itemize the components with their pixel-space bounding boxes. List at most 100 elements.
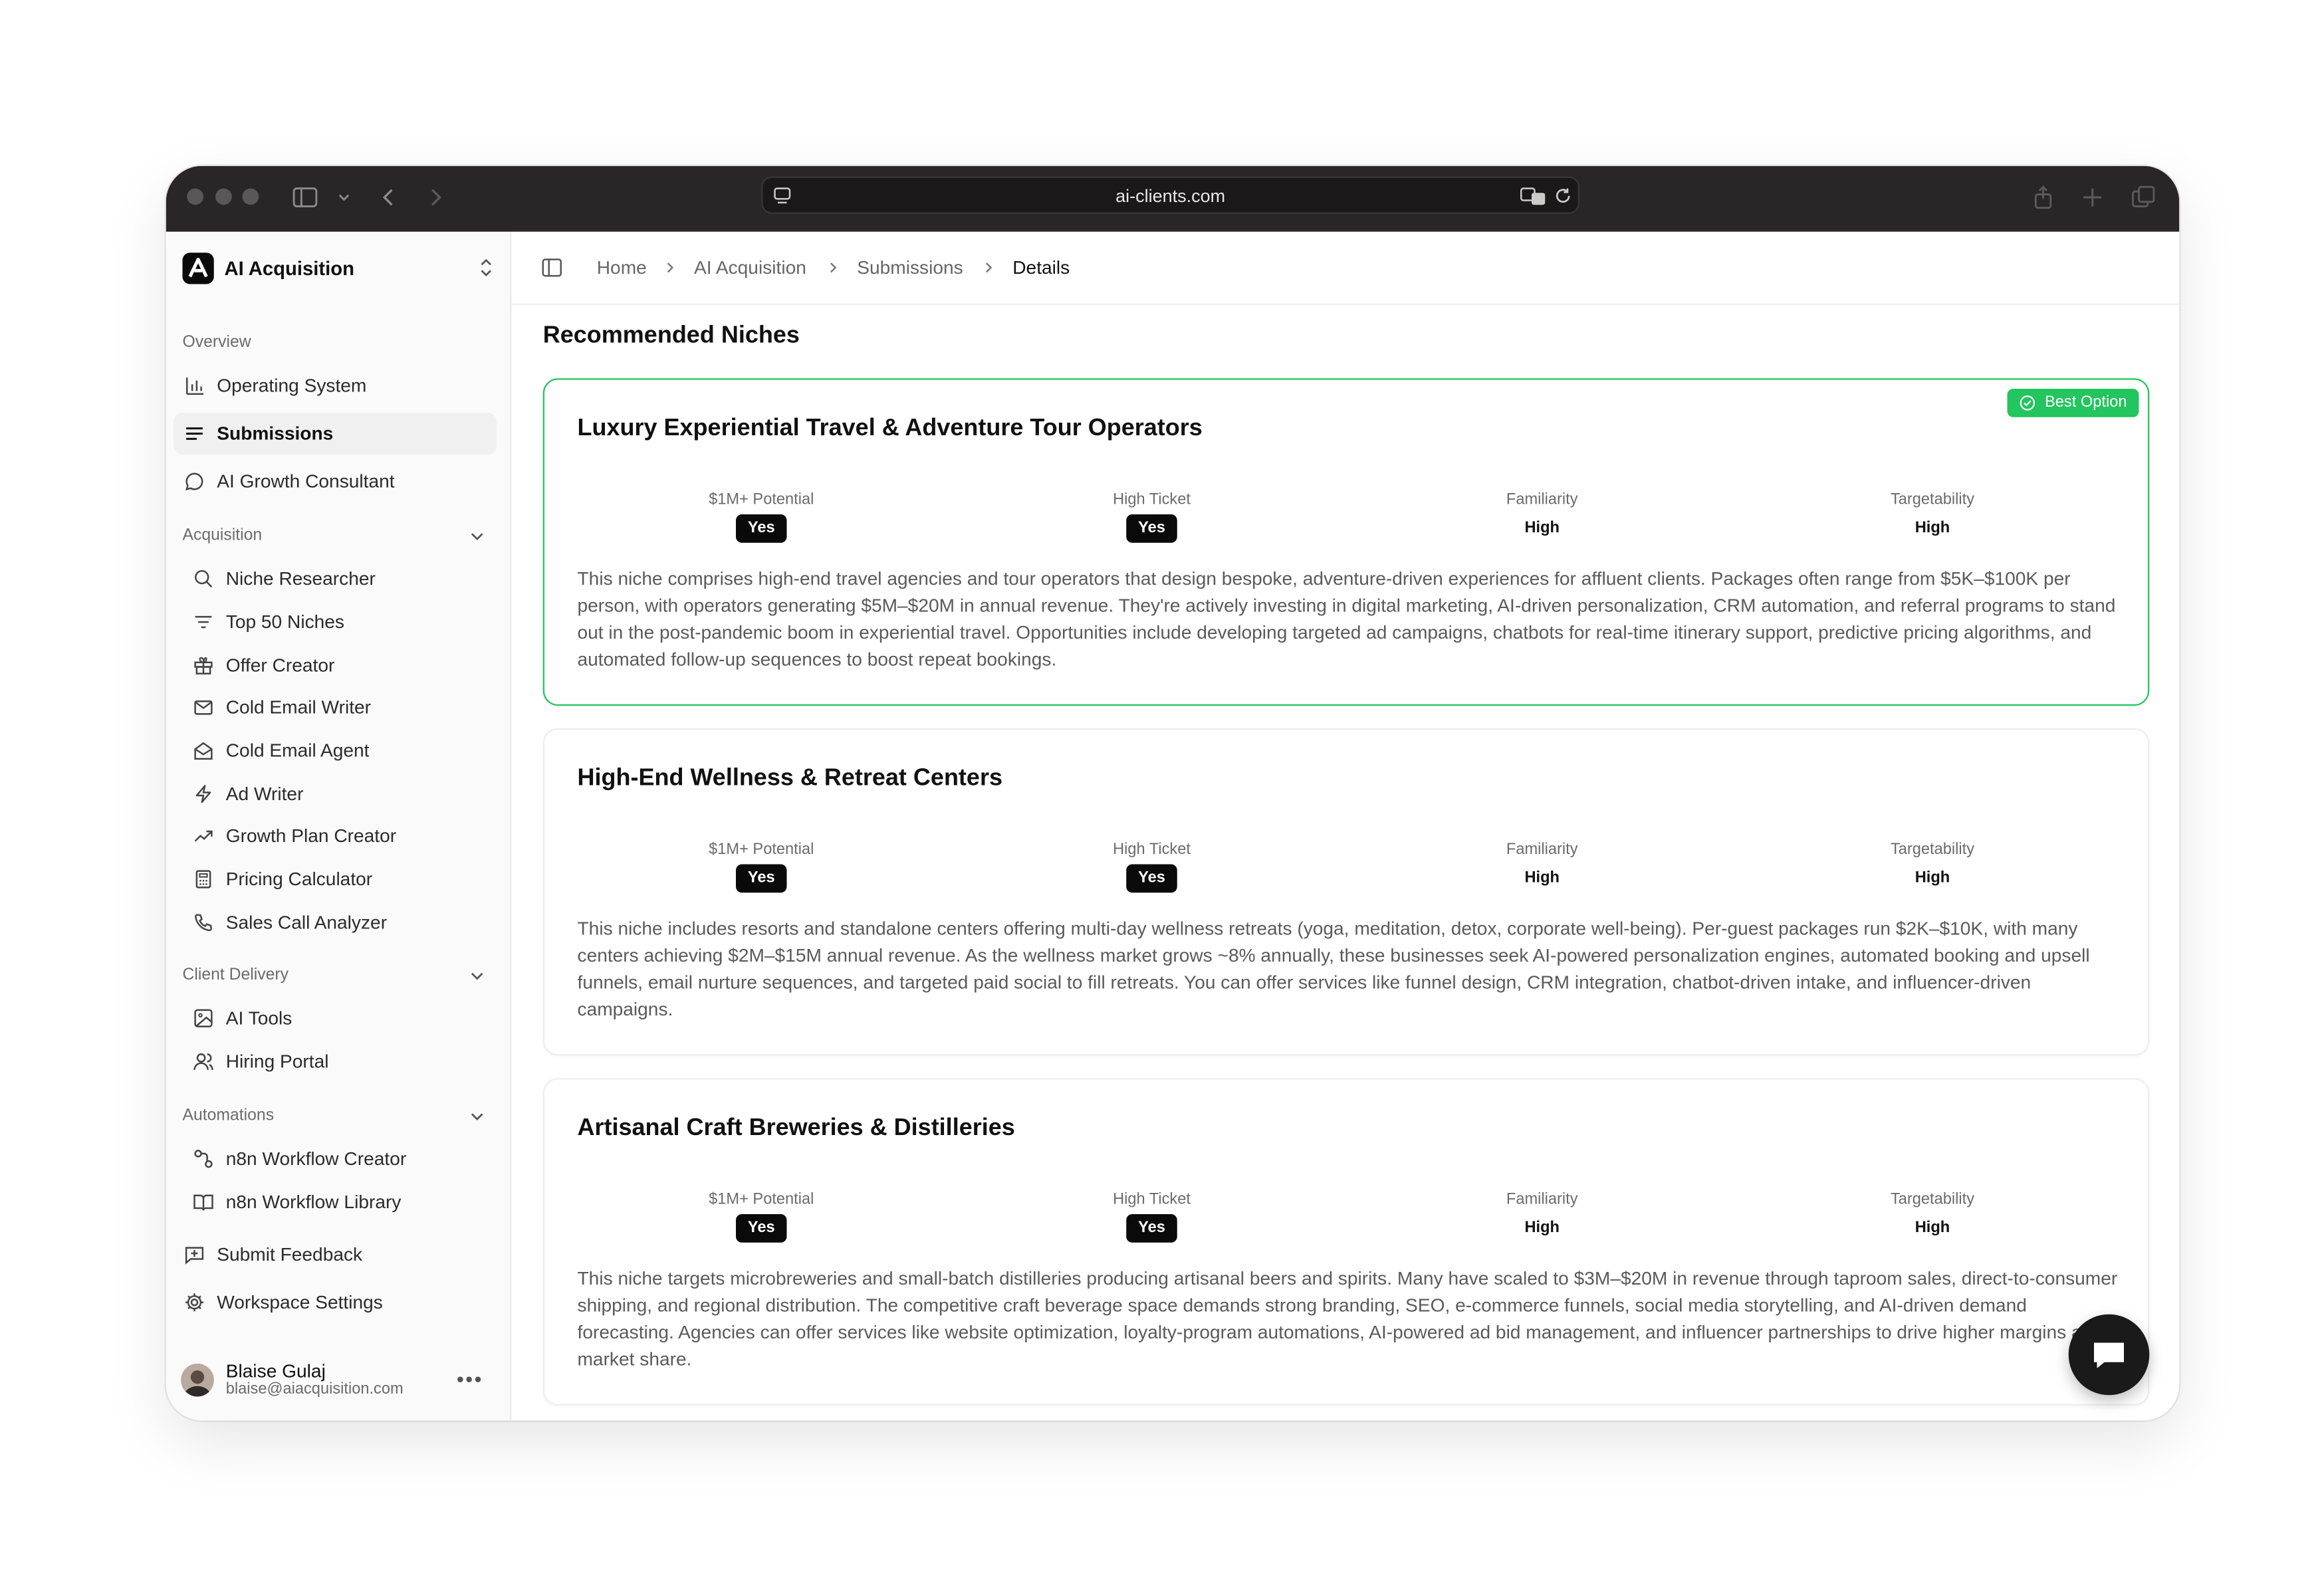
filter-icon xyxy=(195,615,212,629)
sidebar-item-growth-plan-creator[interactable]: Growth Plan Creator xyxy=(174,815,497,857)
sidebar-item-workspace-settings[interactable]: Workspace Settings xyxy=(174,1281,497,1323)
section-label-client-delivery: Client Delivery xyxy=(182,966,289,984)
sidebar-item-ai-growth-consultant[interactable]: AI Growth Consultant xyxy=(174,461,497,502)
metric-value: High xyxy=(1903,1214,1962,1243)
logo-a-icon xyxy=(188,257,208,278)
sidebar-item-label: Workspace Settings xyxy=(217,1292,383,1313)
zoom-window-button[interactable] xyxy=(242,188,259,205)
metric-label: $1M+ Potential xyxy=(709,1190,814,1208)
metric-potential: $1M+ Potential Yes xyxy=(641,841,881,893)
chevron-right-icon xyxy=(667,262,674,273)
more-options-icon[interactable]: ••• xyxy=(457,1367,483,1391)
metric-value: Yes xyxy=(1126,514,1177,543)
avatar xyxy=(181,1364,214,1397)
user-menu[interactable]: Blaise Gulaj blaise@aiacquisition.com ••… xyxy=(181,1361,495,1412)
niche-description: This niche targets microbreweries and sm… xyxy=(577,1268,2118,1370)
sidebar-item-sales-call-analyzer[interactable]: Sales Call Analyzer xyxy=(174,902,497,944)
sidebar-item-top-50-niches[interactable]: Top 50 Niches xyxy=(174,601,497,643)
sidebar-item-submit-feedback[interactable]: Submit Feedback xyxy=(174,1233,497,1275)
breadcrumb-submissions[interactable]: Submissions xyxy=(857,257,963,278)
sidebar-item-pricing-calculator[interactable]: Pricing Calculator xyxy=(174,859,497,900)
image-icon xyxy=(194,1009,213,1027)
browser-toolbar: ai-clients.com xyxy=(166,165,2180,232)
sidebar-item-n8n-workflow-library[interactable]: n8n Workflow Library xyxy=(174,1182,497,1223)
sidebar-item-ad-writer[interactable]: Ad Writer xyxy=(174,773,497,815)
sidebar-item-cold-email-agent[interactable]: Cold Email Agent xyxy=(174,730,497,772)
metric-value: Yes xyxy=(735,1214,787,1243)
metric-label: Targetability xyxy=(1890,1190,1975,1208)
mail-open-icon xyxy=(194,742,213,760)
tab-overview-icon[interactable] xyxy=(2130,184,2157,211)
sidebar-item-label: Submissions xyxy=(217,423,334,445)
sidebar-item-hiring-portal[interactable]: Hiring Portal xyxy=(174,1041,497,1083)
back-icon[interactable] xyxy=(376,184,403,211)
user-name: Blaise Gulaj xyxy=(225,1360,326,1382)
metric-high-ticket: High Ticket Yes xyxy=(1032,841,1272,893)
workspace-name: AI Acquisition xyxy=(224,257,355,280)
sidebar-item-ai-tools[interactable]: AI Tools xyxy=(174,997,497,1039)
metric-label: Targetability xyxy=(1890,840,1975,859)
metric-targetability: Targetability High xyxy=(1813,1190,2052,1243)
reload-icon[interactable] xyxy=(1553,185,1574,207)
breadcrumb-ai-acquisition[interactable]: AI Acquisition xyxy=(694,257,806,278)
metric-label: $1M+ Potential xyxy=(709,490,814,508)
niche-card: Artisanal Craft Breweries & Distilleries… xyxy=(542,1078,2150,1406)
sidebar-item-label: Sales Call Analyzer xyxy=(225,912,388,934)
niche-card: High-End Wellness & Retreat Centers $1M+… xyxy=(542,728,2150,1056)
gear-icon xyxy=(185,1293,203,1312)
sidebar-item-niche-researcher[interactable]: Niche Researcher xyxy=(174,558,497,599)
sidebar-item-submissions[interactable]: Submissions xyxy=(174,413,497,455)
workspace-switcher[interactable]: AI Acquisition xyxy=(181,251,495,287)
metric-potential: $1M+ Potential Yes xyxy=(641,1190,881,1243)
address-bar[interactable]: ai-clients.com xyxy=(761,176,1579,214)
main-content: Home AI Acquisition Submissions Details … xyxy=(511,231,2180,1421)
mail-icon xyxy=(194,700,213,715)
metric-high-ticket: High Ticket Yes xyxy=(1032,1190,1272,1243)
search-icon xyxy=(195,570,213,588)
niche-description: This niche comprises high-end travel age… xyxy=(577,568,2116,670)
share-icon[interactable] xyxy=(2030,184,2057,211)
chat-icon xyxy=(2094,1342,2124,1368)
sidebar-item-label: Offer Creator xyxy=(225,655,335,677)
sidebar-toggle-icon[interactable] xyxy=(542,257,563,278)
best-option-badge: Best Option xyxy=(2007,389,2139,417)
minimize-window-button[interactable] xyxy=(215,188,232,205)
metric-targetability: Targetability High xyxy=(1813,841,2052,893)
close-window-button[interactable] xyxy=(187,188,203,205)
sidebar-item-n8n-workflow-creator[interactable]: n8n Workflow Creator xyxy=(174,1138,497,1180)
chevron-down-icon[interactable] xyxy=(330,184,358,211)
sidebar-item-label: Cold Email Writer xyxy=(225,696,372,718)
forward-icon[interactable] xyxy=(422,184,449,211)
chat-button[interactable] xyxy=(2068,1314,2150,1396)
metric-value: High xyxy=(1903,864,1962,893)
breadcrumb-home[interactable]: Home xyxy=(597,257,647,278)
badge-label: Best Option xyxy=(2045,393,2127,411)
chevron-down-icon[interactable] xyxy=(467,526,488,548)
sidebar-item-label: Hiring Portal xyxy=(225,1051,329,1073)
message-circle-icon xyxy=(185,472,203,490)
sidebar-toggle-icon[interactable] xyxy=(292,184,319,211)
translate-icon[interactable] xyxy=(1520,185,1547,207)
sidebar-item-cold-email-writer[interactable]: Cold Email Writer xyxy=(174,686,497,728)
sidebar-item-operating-system[interactable]: Operating System xyxy=(174,365,497,407)
metric-value: Yes xyxy=(1126,1214,1177,1243)
metric-label: Familiarity xyxy=(1506,490,1578,508)
sidebar-item-label: AI Tools xyxy=(225,1007,292,1029)
sidebar-item-offer-creator[interactable]: Offer Creator xyxy=(174,645,497,686)
trending-up-icon xyxy=(194,830,213,842)
metric-familiarity: Familiarity High xyxy=(1423,490,1662,543)
chevron-down-icon[interactable] xyxy=(467,1106,488,1128)
sidebar-item-label: Pricing Calculator xyxy=(225,869,373,890)
new-tab-icon[interactable] xyxy=(2079,184,2107,211)
chevron-down-icon[interactable] xyxy=(467,966,488,988)
metric-value: High xyxy=(1512,514,1571,543)
sidebar-item-label: n8n Workflow Creator xyxy=(225,1148,407,1170)
sidebar-item-label: Operating System xyxy=(217,375,367,397)
chevron-right-icon xyxy=(830,262,837,273)
bar-chart-icon xyxy=(186,377,203,395)
metric-label: $1M+ Potential xyxy=(709,840,814,859)
check-circle-icon xyxy=(2020,395,2035,411)
section-label-automations: Automations xyxy=(182,1106,275,1124)
users-icon xyxy=(193,1053,213,1071)
metric-label: High Ticket xyxy=(1113,840,1191,859)
